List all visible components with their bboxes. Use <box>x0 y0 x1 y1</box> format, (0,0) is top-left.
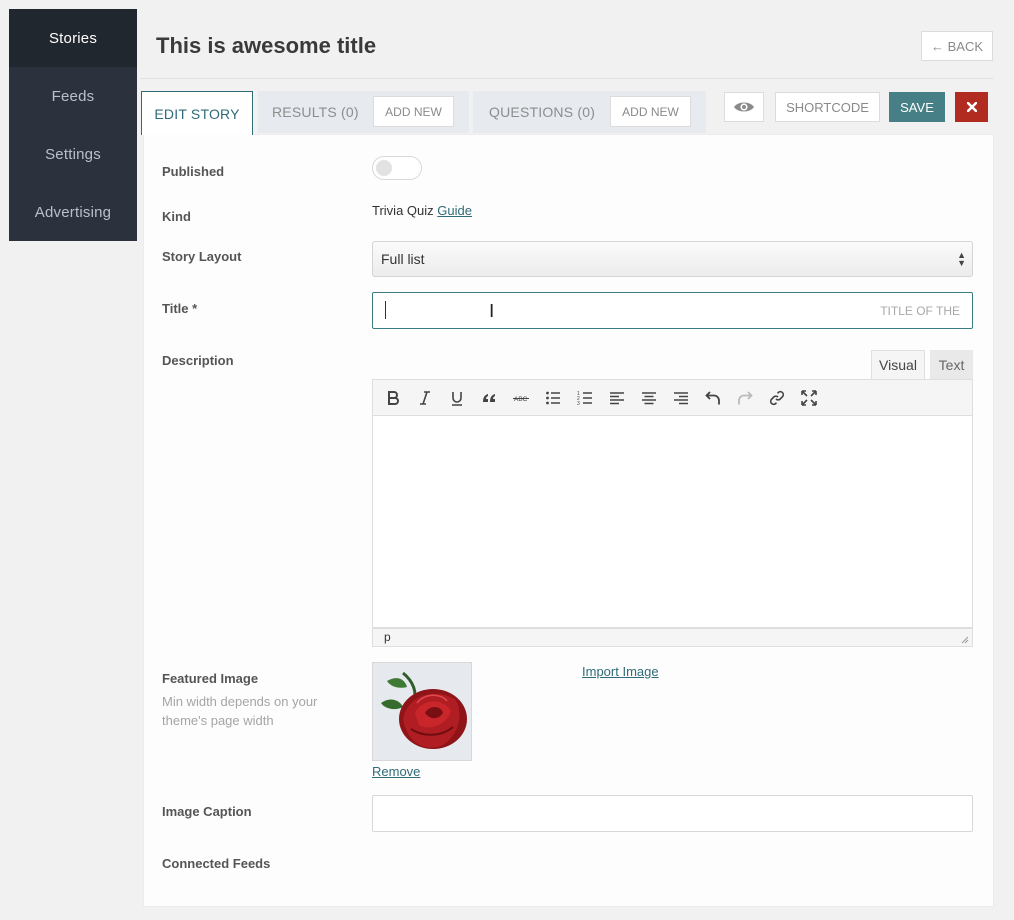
story-layout-label: Story Layout <box>162 249 242 264</box>
italic-button[interactable] <box>409 383 441 413</box>
undo-button[interactable] <box>697 383 729 413</box>
rose-image <box>373 663 471 760</box>
select-arrows-icon: ▲ ▼ <box>957 250 966 268</box>
kind-value-text: Trivia Quiz <box>372 203 434 218</box>
fullscreen-icon <box>801 389 817 406</box>
numbered-list-button[interactable]: 123 <box>569 383 601 413</box>
sidebar-item-advertising[interactable]: Advertising <box>9 183 137 241</box>
tab-edit-story[interactable]: EDIT STORY <box>141 91 253 135</box>
redo-button[interactable] <box>729 383 761 413</box>
featured-image-thumbnail[interactable] <box>372 662 472 761</box>
sidebar-item-feeds[interactable]: Feeds <box>9 67 137 125</box>
tab-questions-label: QUESTIONS (0) <box>489 104 596 120</box>
blockquote-icon <box>483 393 495 402</box>
editor-statusbar: p <box>372 628 973 647</box>
svg-text:3: 3 <box>577 401 580 406</box>
svg-text:ABC: ABC <box>514 396 528 403</box>
strikethrough-icon: ABC <box>513 396 529 403</box>
editor-tab-visual[interactable]: Visual <box>871 350 925 379</box>
align-left-button[interactable] <box>601 383 633 413</box>
back-button[interactable]: ← BACK <box>921 31 993 61</box>
description-editor[interactable] <box>372 416 973 628</box>
align-center-button[interactable] <box>633 383 665 413</box>
editor-toolbar: ABC 123 <box>372 379 973 416</box>
featured-image-hint: Min width depends on your theme's page w… <box>162 694 318 728</box>
italic-icon <box>420 390 430 405</box>
kind-label: Kind <box>162 209 191 224</box>
description-label: Description <box>162 353 234 368</box>
undo-icon <box>705 390 720 404</box>
story-layout-select[interactable]: Full list ▲ ▼ <box>372 241 973 277</box>
toggle-knob <box>376 160 392 176</box>
published-toggle[interactable] <box>372 156 422 180</box>
underline-button[interactable] <box>441 383 473 413</box>
bold-button[interactable] <box>377 383 409 413</box>
published-label: Published <box>162 164 225 179</box>
guide-link[interactable]: Guide <box>437 203 472 218</box>
link-icon <box>769 390 785 405</box>
editor-path: p <box>384 630 391 644</box>
header-divider <box>140 78 994 79</box>
underline-icon <box>452 391 462 406</box>
close-button[interactable] <box>955 92 988 122</box>
title-label: Title * <box>162 301 198 316</box>
story-layout-value: Full list <box>381 251 425 267</box>
editor-tab-text[interactable]: Text <box>930 350 973 379</box>
link-button[interactable] <box>761 383 793 413</box>
kind-value: Trivia Quiz Guide <box>372 203 472 218</box>
featured-image-label: Featured Image <box>162 671 259 686</box>
title-input[interactable] <box>372 292 973 329</box>
align-right-button[interactable] <box>665 383 697 413</box>
shortcode-button[interactable]: SHORTCODE <box>775 92 880 122</box>
resize-handle-icon[interactable] <box>961 636 969 644</box>
connected-feeds-label: Connected Feeds <box>162 856 271 871</box>
eye-icon <box>734 102 754 112</box>
page-title: This is awesome title <box>156 33 377 58</box>
align-center-icon <box>642 391 656 404</box>
image-caption-label: Image Caption <box>162 804 252 819</box>
bold-icon <box>388 390 399 405</box>
align-right-icon <box>674 391 688 404</box>
numbered-list-icon: 123 <box>577 391 592 406</box>
tab-results-label: RESULTS (0) <box>272 104 359 120</box>
remove-image-link[interactable]: Remove <box>372 764 420 779</box>
redo-icon <box>738 390 753 404</box>
bullet-list-icon <box>546 391 560 404</box>
add-question-button[interactable]: ADD NEW <box>610 96 691 127</box>
close-icon <box>966 102 977 112</box>
align-left-icon <box>610 391 624 404</box>
text-caret <box>385 301 386 319</box>
sidebar: Stories Feeds Settings Advertising <box>9 9 137 241</box>
blockquote-button[interactable] <box>473 383 505 413</box>
image-caption-input[interactable] <box>372 795 973 832</box>
sidebar-item-settings[interactable]: Settings <box>9 125 137 183</box>
bullet-list-button[interactable] <box>537 383 569 413</box>
add-result-button[interactable]: ADD NEW <box>373 96 454 127</box>
fullscreen-button[interactable] <box>793 383 825 413</box>
sidebar-item-stories[interactable]: Stories <box>9 9 137 67</box>
import-image-link[interactable]: Import Image <box>582 664 659 679</box>
save-button[interactable]: SAVE <box>889 92 945 122</box>
ibeam-cursor-icon: I <box>489 301 495 322</box>
strikethrough-button[interactable]: ABC <box>505 383 537 413</box>
preview-button[interactable] <box>724 92 764 122</box>
